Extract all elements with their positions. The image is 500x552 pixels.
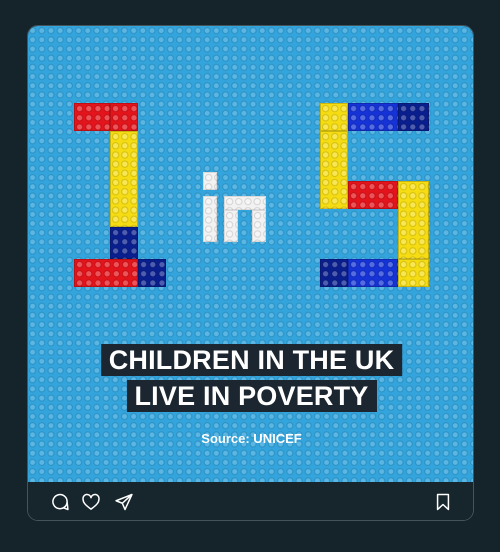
brick-red — [74, 103, 110, 131]
comment-icon[interactable] — [50, 492, 70, 512]
brick-navy — [320, 259, 348, 287]
brick-red — [74, 259, 138, 287]
brick-white — [203, 172, 217, 190]
lego-baseplate-image: CHILDREN IN THE UK LIVE IN POVERTY Sourc… — [28, 26, 473, 482]
brick-blue — [348, 103, 398, 131]
brick-yellow — [110, 131, 138, 227]
send-icon[interactable] — [114, 492, 134, 512]
post-card: CHILDREN IN THE UK LIVE IN POVERTY Sourc… — [27, 25, 474, 521]
brick-navy — [110, 227, 138, 259]
heart-icon[interactable] — [81, 492, 101, 512]
brick-navy — [138, 259, 166, 287]
brick-white — [203, 196, 217, 242]
brick-white — [252, 210, 266, 242]
brick-white — [224, 196, 266, 210]
brick-blue — [348, 259, 398, 287]
post-action-bar — [28, 482, 473, 520]
brick-yellow — [320, 131, 348, 209]
caption-line-2: LIVE IN POVERTY — [126, 380, 377, 412]
brick-white — [224, 210, 238, 242]
brick-red — [110, 103, 138, 131]
brick-navy — [398, 103, 429, 131]
brick-yellow — [320, 103, 348, 131]
brick-yellow — [398, 181, 429, 259]
caption-line-1: CHILDREN IN THE UK — [100, 344, 403, 376]
source-credit: Source: UNICEF — [201, 431, 302, 446]
bookmark-icon[interactable] — [433, 492, 453, 512]
brick-red — [348, 181, 398, 209]
brick-yellow — [398, 259, 429, 287]
